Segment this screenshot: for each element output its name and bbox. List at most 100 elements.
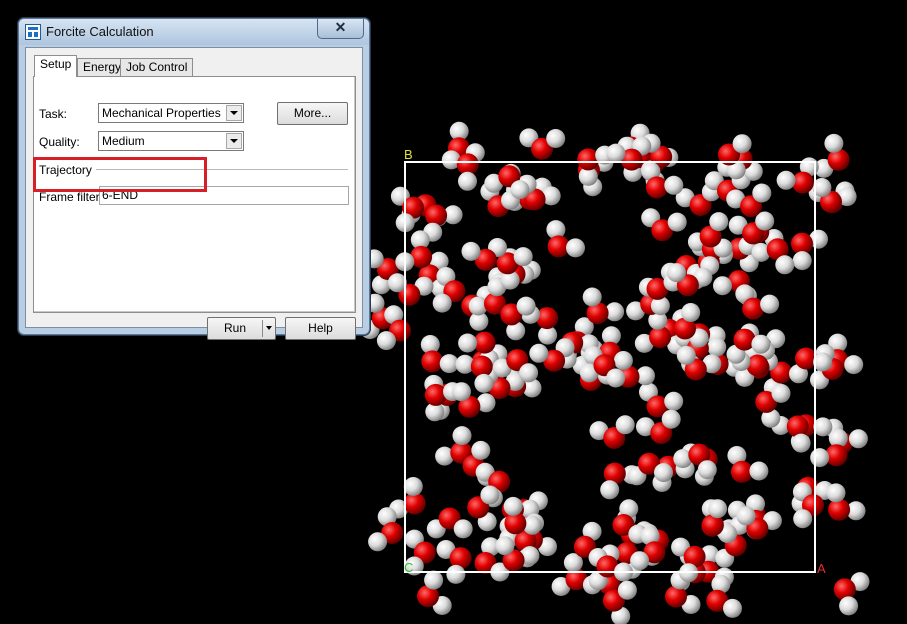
hydrogen-atom xyxy=(707,337,727,357)
dialog-title: Forcite Calculation xyxy=(46,24,154,39)
oxygen-atom xyxy=(828,498,851,521)
hydrogen-atom xyxy=(661,409,681,429)
dialog-title-bar[interactable]: Forcite Calculation ✕ xyxy=(19,19,369,45)
hydrogen-atom xyxy=(749,461,769,481)
help-button[interactable]: Help xyxy=(285,317,356,340)
hydrogen-atom xyxy=(824,133,844,153)
hydrogen-atom xyxy=(793,509,813,529)
hydrogen-atom xyxy=(368,532,388,552)
hydrogen-atom xyxy=(546,129,566,148)
hydrogen-atom xyxy=(709,212,729,232)
frame-filter-label: Frame filter: xyxy=(39,190,104,204)
hydrogen-atom xyxy=(461,241,481,261)
hydrogen-atom xyxy=(664,391,684,411)
more-button[interactable]: More... xyxy=(277,102,348,125)
hydrogen-atom xyxy=(697,460,717,480)
hydrogen-atom xyxy=(839,596,859,616)
quality-select[interactable]: Medium xyxy=(98,131,244,151)
hydrogen-atom xyxy=(813,417,833,437)
hydrogen-atom xyxy=(452,426,472,446)
hydrogen-atom xyxy=(791,433,811,453)
hydrogen-atom xyxy=(403,477,423,496)
hydrogen-atom xyxy=(510,180,530,200)
oxygen-atom xyxy=(424,383,447,406)
oxygen-atom xyxy=(786,415,809,438)
hydrogen-atom xyxy=(676,345,696,365)
hydrogen-atom xyxy=(630,551,650,571)
oxygen-atom xyxy=(425,204,448,227)
hydrogen-atom xyxy=(732,134,752,154)
oxygen-atom xyxy=(536,307,559,330)
hydrogen-atom xyxy=(844,355,864,375)
hydrogen-atom xyxy=(513,247,533,267)
hydrogen-atom xyxy=(458,171,477,191)
hydrogen-atom xyxy=(771,383,791,403)
hydrogen-atom xyxy=(424,570,444,590)
hydrogen-atom xyxy=(606,143,626,163)
hydrogen-atom xyxy=(613,351,633,370)
hydrogen-atom xyxy=(529,343,549,363)
hydrogen-atom xyxy=(667,263,686,283)
hydrogen-atom xyxy=(664,175,684,195)
oxygen-atom xyxy=(795,347,817,370)
chevron-down-icon[interactable] xyxy=(226,105,242,121)
hydrogen-atom xyxy=(606,368,626,388)
setup-tab-page: Task: Mechanical Properties More... Qual… xyxy=(33,76,356,313)
hydrogen-atom xyxy=(826,483,846,503)
hydrogen-atom xyxy=(516,296,536,316)
tab-setup[interactable]: Setup xyxy=(34,55,78,77)
run-split-button[interactable]: Run xyxy=(207,317,276,340)
close-button[interactable]: ✕ xyxy=(317,19,364,39)
hydrogen-atom xyxy=(751,334,771,354)
hydrogen-atom xyxy=(810,448,830,468)
hydrogen-atom xyxy=(776,170,796,190)
hydrogen-atom xyxy=(480,485,500,505)
hydrogen-atom xyxy=(775,255,795,275)
hydrogen-atom xyxy=(600,480,620,500)
hydrogen-atom xyxy=(432,293,452,313)
run-button-label: Run xyxy=(223,321,246,335)
chevron-down-icon[interactable] xyxy=(266,326,272,330)
app-icon xyxy=(25,24,41,40)
hydrogen-atom xyxy=(708,499,728,519)
hydrogen-atom xyxy=(654,463,673,483)
hydrogen-atom xyxy=(736,506,756,526)
oxygen-atom xyxy=(746,354,769,377)
hydrogen-atom xyxy=(519,363,539,383)
hydrogen-atom xyxy=(792,251,812,271)
hydrogen-atom xyxy=(503,496,523,516)
hydrogen-atom xyxy=(848,429,868,449)
hydrogen-atom xyxy=(582,287,602,307)
task-select-value: Mechanical Properties xyxy=(102,106,221,120)
oxygen-atom xyxy=(665,585,687,608)
task-select[interactable]: Mechanical Properties xyxy=(98,103,244,123)
hydrogen-atom xyxy=(376,331,396,351)
task-label: Task: xyxy=(39,107,68,121)
hydrogen-atom xyxy=(713,276,732,296)
oxygen-atom xyxy=(833,578,856,601)
quality-select-value: Medium xyxy=(102,134,145,148)
axis-label-b: B xyxy=(404,147,413,162)
hydrogen-atom xyxy=(681,303,701,322)
hydrogen-atom xyxy=(452,382,471,402)
hydrogen-atom xyxy=(723,598,742,618)
hydrogen-atom xyxy=(615,415,635,435)
chevron-down-icon[interactable] xyxy=(226,133,242,149)
hydrogen-atom xyxy=(760,294,780,314)
hydrogen-atom xyxy=(471,440,491,460)
hydrogen-atom xyxy=(446,564,466,584)
axis-label-c: C xyxy=(404,560,413,575)
hydrogen-atom xyxy=(495,536,515,556)
hydrogen-atom xyxy=(667,212,687,232)
hydrogen-atom xyxy=(474,373,494,393)
hydrogen-atom xyxy=(617,580,637,600)
hydrogen-atom xyxy=(453,519,473,539)
hydrogen-atom xyxy=(566,238,585,258)
hydrogen-atom xyxy=(752,183,772,203)
split-divider xyxy=(262,320,263,337)
axis-label-a: A xyxy=(817,561,826,576)
water-molecules[interactable] xyxy=(360,121,870,624)
quality-label: Quality: xyxy=(39,135,80,149)
tab-job-control[interactable]: Job Control xyxy=(120,58,194,76)
hydrogen-atom xyxy=(458,333,478,353)
